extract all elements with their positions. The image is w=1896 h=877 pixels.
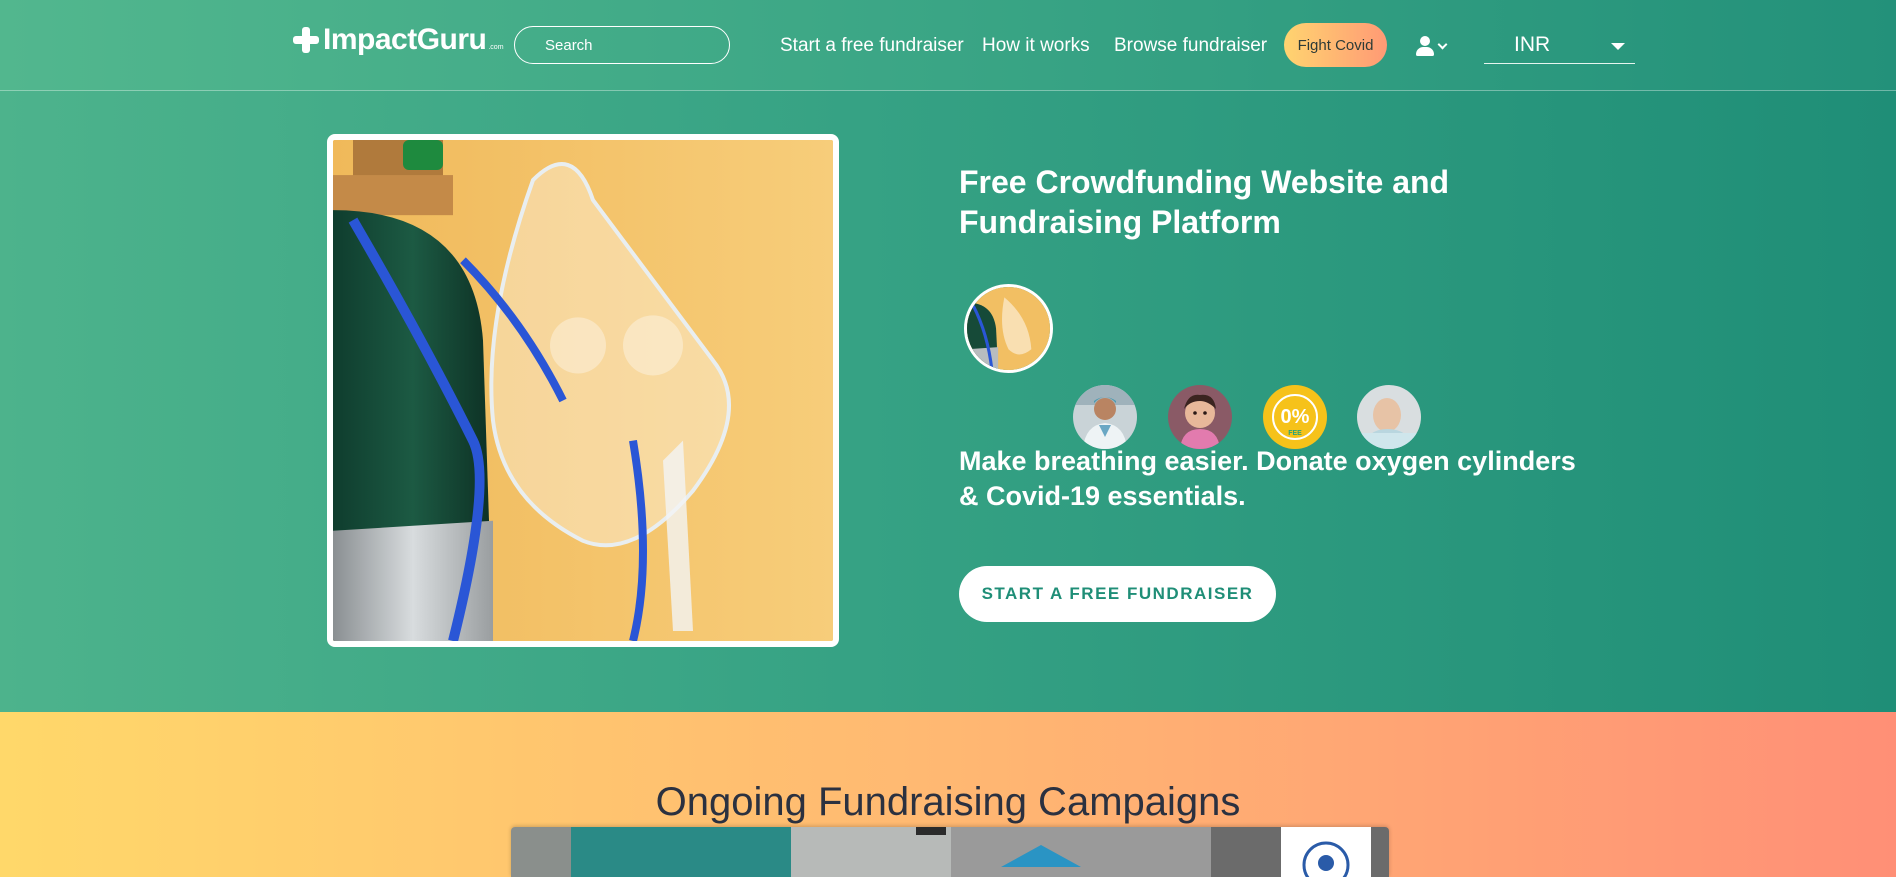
ongoing-campaigns-title: Ongoing Fundraising Campaigns — [655, 780, 1241, 824]
patient-thumb-image — [1357, 385, 1421, 449]
top-navbar: ImpactGuru .com Start a free fundraiser … — [0, 0, 1896, 91]
oxygen-mask-image — [333, 140, 833, 641]
carousel-thumb-doctor[interactable] — [1073, 385, 1137, 449]
nav-browse-fundraiser[interactable]: Browse fundraiser — [1114, 35, 1267, 57]
impactguru-logo[interactable]: ImpactGuru .com — [293, 22, 504, 58]
ongoing-campaigns-section: Ongoing Fundraising Campaigns — [0, 712, 1896, 877]
nav-start-free-fundraiser[interactable]: Start a free fundraiser — [780, 35, 964, 57]
chevron-down-icon — [1437, 39, 1448, 49]
search-input[interactable] — [514, 26, 730, 64]
hero-title: Free Crowdfunding Website and Fundraisin… — [959, 164, 1450, 240]
carousel-thumb-child[interactable] — [1168, 385, 1232, 449]
currency-select[interactable]: INR — [1484, 28, 1635, 64]
carousel-thumb-patient[interactable] — [1357, 385, 1421, 449]
hero-section: Free Crowdfunding Website and Fundraisin… — [0, 91, 1896, 712]
child-thumb-image — [1168, 385, 1232, 449]
logo-suffix: .com — [488, 43, 504, 51]
fight-covid-button[interactable]: Fight Covid — [1284, 23, 1387, 67]
carousel-thumb-oxygen[interactable] — [964, 284, 1053, 373]
user-menu[interactable] — [1416, 34, 1450, 58]
logo-text: ImpactGuru — [323, 23, 487, 56]
logo-cross-icon — [293, 27, 319, 53]
user-icon — [1416, 36, 1434, 56]
oxygen-thumb-image — [967, 287, 1050, 370]
fee-sub-text: FEE — [1288, 430, 1302, 437]
start-free-fundraiser-button[interactable]: START A FREE FUNDRAISER — [959, 566, 1276, 622]
campaign-cards-image — [511, 827, 1389, 877]
hero-tagline: Make breathing easier. Donate oxygen cyl… — [959, 446, 1576, 511]
campaigns-carousel[interactable] — [511, 827, 1389, 877]
caret-down-icon — [1611, 43, 1625, 50]
hero-image-frame — [327, 134, 839, 647]
currency-value: INR — [1514, 33, 1551, 56]
zero-fee-badge-image: 0% FEE — [1263, 385, 1327, 449]
nav-how-it-works[interactable]: How it works — [982, 35, 1090, 57]
doctor-thumb-image — [1073, 385, 1137, 449]
carousel-thumb-zero-fee[interactable]: 0% FEE — [1263, 385, 1327, 449]
zero-fee-text: 0% — [1281, 406, 1310, 428]
